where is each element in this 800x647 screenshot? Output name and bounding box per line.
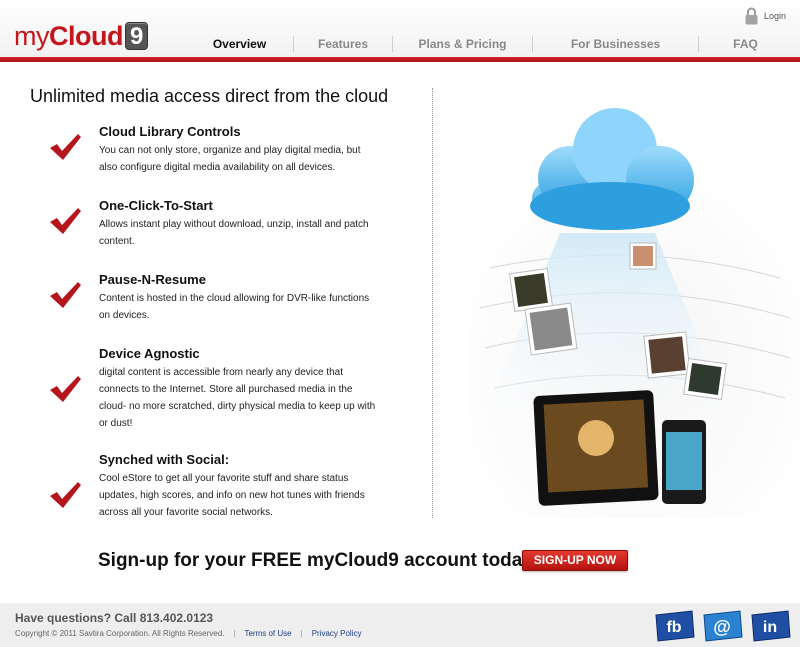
page-headline: Unlimited media access direct from the c… [30,86,389,106]
nav-faq[interactable]: FAQ [698,36,792,52]
checkmark-icon [50,134,81,160]
cloud-shape [530,108,694,230]
lock-icon [745,7,758,25]
logo-wordmark: myCloud [14,20,123,51]
site-footer: Have questions? Call 813.402.0123 Copyri… [0,603,800,647]
footer-separator: | [233,629,236,638]
terms-of-use-link[interactable]: Terms of Use [244,629,291,638]
email-icon[interactable]: @ [700,607,744,643]
svg-text:fb: fb [666,619,681,636]
header-red-bar [0,57,800,62]
contact-phone-text: Have questions? Call 813.402.0123 [15,611,214,625]
social-links: fb @ in [652,607,792,643]
privacy-policy-link[interactable]: Privacy Policy [312,629,362,638]
feature-description: digital content is accessible from nearl… [99,367,376,429]
column-divider [432,88,433,518]
linkedin-icon[interactable]: in [748,607,792,643]
checkmark-icon [50,376,81,402]
feature-title: One-Click-To-Start [99,198,213,213]
site-header: myCloud 9 Login Overview Features Plans … [0,0,800,62]
nav-overview[interactable]: Overview [186,36,293,52]
feature-title: Cloud Library Controls [99,124,241,139]
copyright-text: Copyright © 2011 Savtira Corporation. Al… [15,629,225,638]
svg-text:in: in [763,619,777,636]
login-label: Login [763,11,786,21]
main-nav: Overview Features Plans & Pricing For Bu… [186,36,792,52]
svg-text:@: @ [713,617,731,637]
feature-description: Cool eStore to get all your favorite stu… [99,473,365,518]
nav-features[interactable]: Features [293,36,392,52]
signup-promo-text: Sign-up for your FREE myCloud9 account t… [98,550,540,571]
signup-now-button[interactable]: SIGN-UP NOW [522,550,628,571]
feature-title: Pause-N-Resume [99,272,206,287]
logo-number-badge: 9 [124,22,149,50]
feature-description: Content is hosted in the cloud allowing … [99,293,370,321]
feature-description: You can not only store, organize and pla… [99,145,361,173]
footer-links: Copyright © 2011 Savtira Corporation. Al… [15,629,361,638]
nav-plans-pricing[interactable]: Plans & Pricing [392,36,532,52]
login-link[interactable]: Login [745,7,786,25]
feature-description: Allows instant play without download, un… [99,219,369,247]
checkmark-icon [50,208,81,234]
checkmark-icon [50,482,81,508]
feature-title: Device Agnostic [99,346,200,361]
facebook-icon[interactable]: fb [652,607,696,643]
site-logo[interactable]: myCloud 9 [14,20,149,52]
checkmark-icon [50,282,81,308]
cloud-media-illustration [470,108,800,518]
feature-title: Synched with Social: [99,452,230,467]
nav-for-businesses[interactable]: For Businesses [532,36,698,52]
footer-separator: | [300,629,303,638]
